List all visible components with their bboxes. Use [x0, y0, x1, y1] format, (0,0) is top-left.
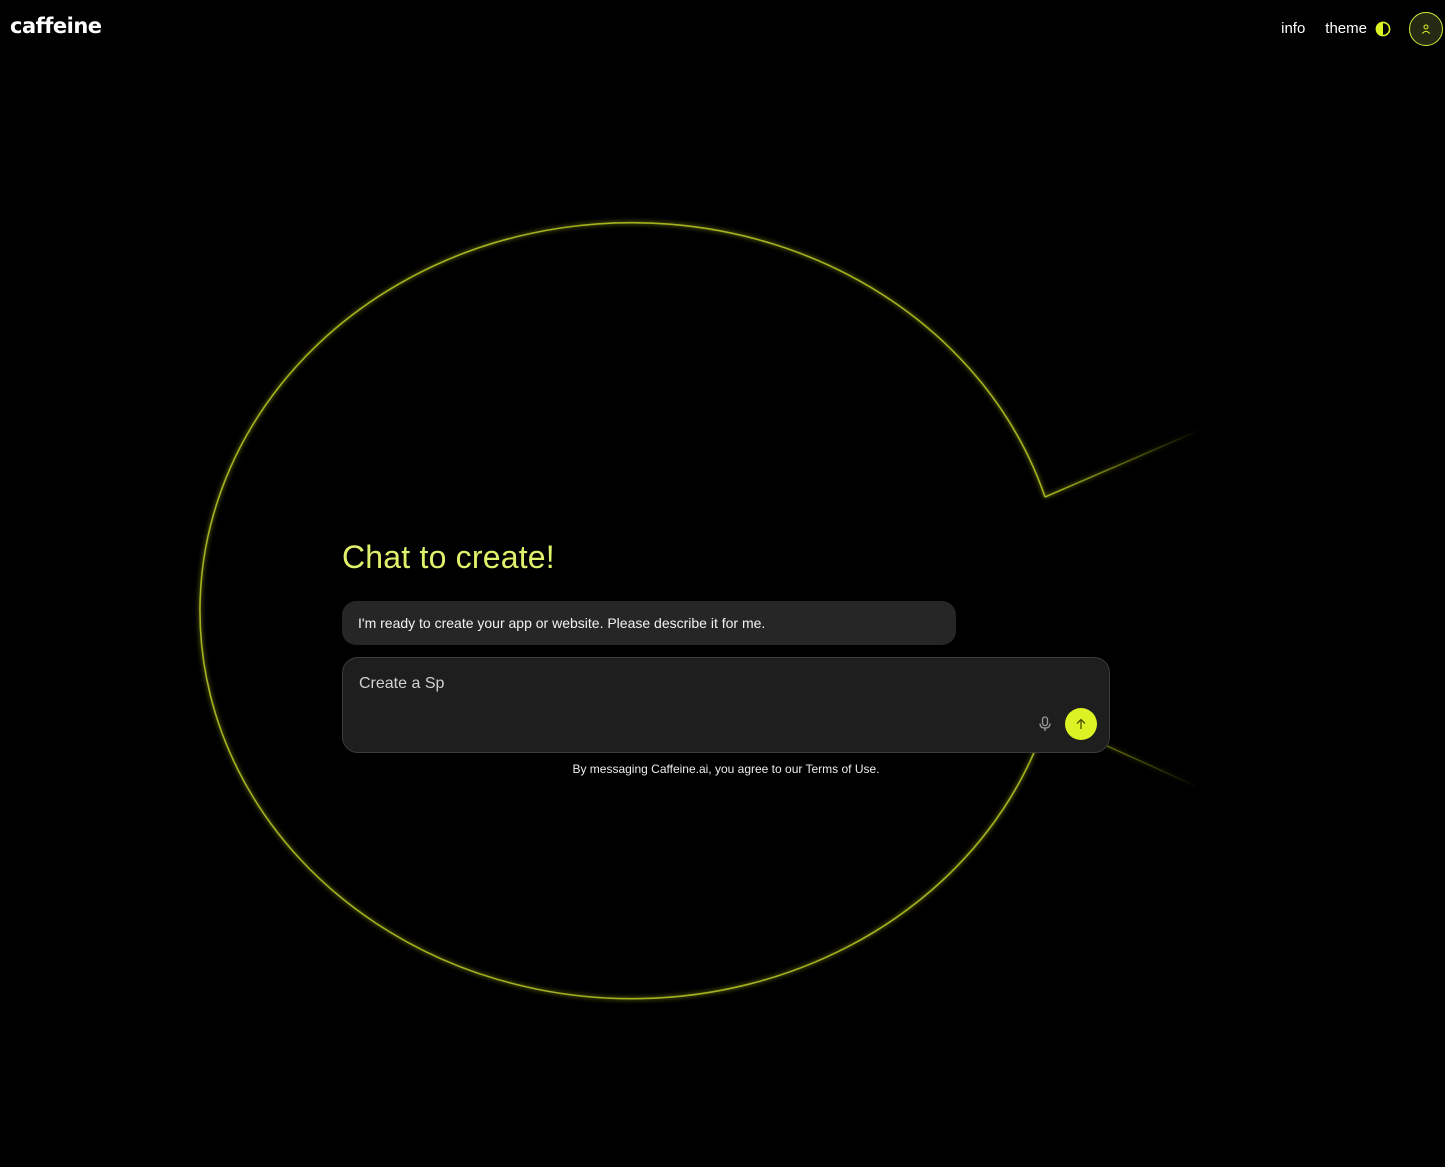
- top-header: caffeine info theme: [0, 0, 1445, 58]
- terms-notice: By messaging Caffeine.ai, you agree to o…: [342, 760, 1110, 778]
- arrow-up-icon: [1076, 718, 1086, 729]
- microphone-icon: [1039, 716, 1051, 731]
- page: caffeine info theme Chat to create! I'm …: [0, 0, 1445, 1167]
- terms-prefix: By messaging Caffeine.ai, you agree to o…: [572, 762, 806, 776]
- chat-input[interactable]: [359, 672, 1019, 696]
- assistant-message-text: I'm ready to create your app or website.…: [358, 615, 766, 631]
- terms-of-use-link[interactable]: Terms of Use: [806, 762, 877, 776]
- theme-label: theme: [1325, 20, 1367, 37]
- user-icon: [1421, 24, 1431, 34]
- terms-suffix: .: [876, 762, 880, 776]
- microphone-button[interactable]: [1035, 714, 1055, 734]
- chat-composer: [342, 657, 1110, 753]
- assistant-message-bubble: I'm ready to create your app or website.…: [342, 601, 956, 645]
- info-link[interactable]: info: [1281, 19, 1305, 39]
- caffeine-logo[interactable]: caffeine: [10, 12, 102, 40]
- caffeine-c-outline-art: [199, 221, 1201, 1000]
- user-avatar-button[interactable]: [1409, 12, 1443, 46]
- half-circle-contrast-icon: [1375, 21, 1391, 37]
- theme-toggle-button[interactable]: theme: [1325, 19, 1391, 39]
- send-button[interactable]: [1065, 708, 1097, 740]
- top-nav: info theme: [1281, 11, 1443, 47]
- page-title: Chat to create!: [342, 539, 555, 575]
